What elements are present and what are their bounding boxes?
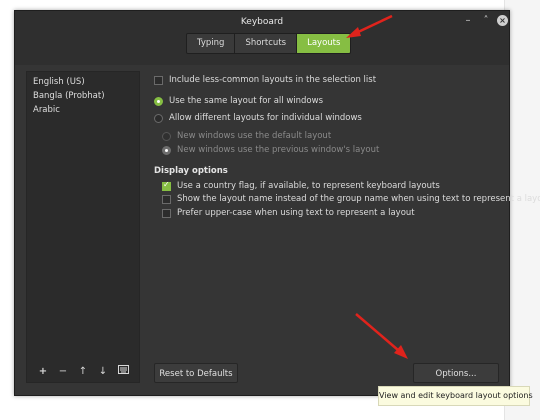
annotation-arrow-options-button xyxy=(355,313,408,359)
annotation-arrows xyxy=(346,14,408,359)
annotation-arrow-layouts-tab xyxy=(346,14,393,38)
